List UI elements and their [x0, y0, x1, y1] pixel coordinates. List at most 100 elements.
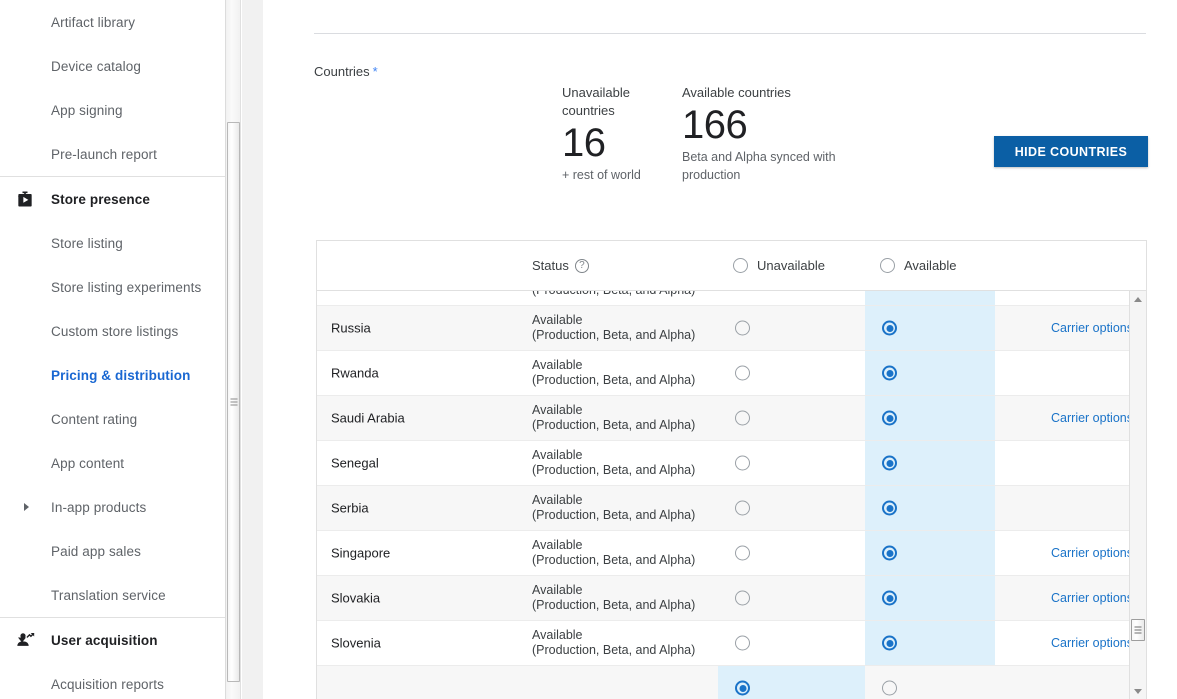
carrier-options-link[interactable]: Carrier options [1051, 411, 1133, 425]
sidebar-item-store-listing[interactable]: Store listing [0, 221, 240, 265]
available-radio[interactable] [882, 365, 897, 381]
available-radio[interactable] [882, 320, 897, 336]
table-row[interactable]: Rwanda Available (Production, Beta, and Al… [317, 351, 1146, 396]
store-presence-icon [14, 188, 36, 210]
status-tracks: (Production, Beta, and Alpha) [532, 291, 695, 298]
available-radio[interactable] [882, 590, 897, 606]
table-row[interactable]: RomaniaAvailable(Production, Beta, and A… [317, 291, 1146, 306]
sidebar-item-custom-store-listings[interactable]: Custom store listings [0, 309, 240, 353]
status-tracks: (Production, Beta, and Alpha) [532, 373, 696, 387]
sidebar-item-label: App signing [51, 102, 123, 118]
table-row[interactable]: Senegal Available (Production, Beta, and A… [317, 441, 1146, 486]
unavailable-radio[interactable] [735, 500, 750, 516]
column-header-available[interactable]: Available [880, 258, 957, 273]
available-column-highlight [865, 291, 995, 305]
unavailable-radio[interactable] [735, 545, 750, 561]
user-acquisition-icon [14, 629, 36, 651]
select-all-available-radio[interactable] [880, 258, 895, 273]
unavailable-radio[interactable] [735, 455, 750, 471]
sidebar-item-paid-app-sales[interactable]: Paid app sales [0, 529, 240, 573]
unavailable-countries-count: 16 [562, 121, 606, 165]
hide-countries-button[interactable]: HIDE COUNTRIES [994, 136, 1148, 167]
sidebar-item-acquisition-reports[interactable]: Acquisition reports [0, 662, 240, 699]
carrier-options-link[interactable]: Carrier options [1051, 636, 1133, 650]
available-radio[interactable] [882, 500, 897, 516]
sidebar-item-label: In-app products [51, 499, 147, 515]
country-name: Singapore [331, 545, 391, 561]
table-row[interactable]: Singapore Available (Production, Beta, and… [317, 531, 1146, 576]
table-row[interactable]: Saudi Arabia Available (Production, Beta, … [317, 396, 1146, 441]
carrier-options-link[interactable]: Carrier options [1051, 321, 1133, 335]
country-name: Saudi Arabia [331, 410, 405, 426]
status-tracks: (Production, Beta, and Alpha) [532, 463, 696, 477]
column-header-status: Status ? [532, 258, 589, 273]
sidebar-item-store-presence[interactable]: Store presence [0, 177, 240, 221]
sidebar-item-pricing-distribution[interactable]: Pricing & distribution [0, 353, 240, 397]
sidebar-item-user-acquisition[interactable]: User acquisition [0, 618, 240, 662]
sidebar-item-label: Translation service [51, 587, 166, 603]
sidebar-item-label: Store listing [51, 235, 123, 251]
carrier-options-link[interactable]: Carrier options [1051, 546, 1133, 560]
countries-table-body: RomaniaAvailable(Production, Beta, and A… [317, 291, 1146, 699]
sidebar-item-label: Artifact library [51, 14, 136, 30]
scroll-up-arrow-icon[interactable] [1130, 291, 1146, 308]
status-tracks: (Production, Beta, and Alpha) [532, 508, 696, 522]
sidebar-item-app-content[interactable]: App content [0, 441, 240, 485]
table-row[interactable]: Russia Available (Production, Beta, and Al… [317, 306, 1146, 351]
status-availability: Available [532, 628, 583, 642]
sidebar-scrollbar-thumb[interactable] [227, 122, 240, 682]
sidebar-item-in-app-products[interactable]: In-app products [0, 485, 240, 529]
country-name: Serbia [331, 500, 369, 516]
country-status: Available(Production, Beta, and Alpha) [532, 448, 695, 478]
column-header-status-label: Status [532, 258, 569, 273]
status-availability: Available [532, 358, 583, 372]
status-tracks: (Production, Beta, and Alpha) [532, 553, 696, 567]
unavailable-countries-caption: Unavailable countries [562, 85, 630, 118]
sidebar-item-pre-launch-report[interactable]: Pre-launch report [0, 132, 240, 176]
chevron-right-icon[interactable] [24, 503, 29, 511]
countries-table-header: Status ? Unavailable Available [317, 241, 1146, 291]
unavailable-radio[interactable] [735, 680, 750, 696]
unavailable-radio[interactable] [735, 365, 750, 381]
select-all-unavailable-radio[interactable] [733, 258, 748, 273]
available-radio[interactable] [882, 455, 897, 471]
sidebar-item-artifact-library[interactable]: Artifact library [0, 0, 240, 44]
unavailable-radio[interactable] [735, 320, 750, 336]
available-radio[interactable] [882, 545, 897, 561]
sidebar-item-content-rating[interactable]: Content rating [0, 397, 240, 441]
sidebar-item-store-listing-experiments[interactable]: Store listing experiments [0, 265, 240, 309]
sidebar-item-label: Content rating [51, 411, 138, 427]
country-status: Available(Production, Beta, and Alpha) [532, 358, 695, 388]
available-radio[interactable] [882, 635, 897, 651]
country-status: Available(Production, Beta, and Alpha) [532, 403, 695, 433]
section-divider [314, 33, 1146, 34]
status-tracks: (Production, Beta, and Alpha) [532, 328, 696, 342]
unavailable-radio[interactable] [735, 410, 750, 426]
sidebar-item-device-catalog[interactable]: Device catalog [0, 44, 240, 88]
status-availability: Available [532, 403, 583, 417]
carrier-options-link[interactable]: Carrier options [1051, 591, 1133, 605]
scroll-down-arrow-icon[interactable] [1130, 683, 1146, 699]
table-row[interactable] [317, 666, 1146, 699]
table-row[interactable]: Serbia Available (Production, Beta, and Al… [317, 486, 1146, 531]
available-radio[interactable] [882, 410, 897, 426]
table-row[interactable]: Slovenia Available (Production, Beta, and … [317, 621, 1146, 666]
table-row[interactable]: Slovakia Available (Production, Beta, and … [317, 576, 1146, 621]
sidebar-scrollbar-track[interactable] [225, 0, 240, 699]
column-header-unavailable[interactable]: Unavailable [733, 258, 825, 273]
unavailable-radio[interactable] [735, 590, 750, 606]
column-header-unavailable-label: Unavailable [757, 258, 825, 273]
table-scrollbar[interactable] [1129, 291, 1146, 699]
sidebar-item-app-signing[interactable]: App signing [0, 88, 240, 132]
country-status: Available(Production, Beta, and Alpha) [532, 313, 695, 343]
unavailable-radio[interactable] [735, 635, 750, 651]
required-asterisk: * [372, 64, 378, 79]
table-scrollbar-thumb[interactable] [1131, 619, 1145, 641]
sidebar-item-label: Acquisition reports [51, 676, 164, 692]
help-icon[interactable]: ? [574, 258, 589, 273]
countries-label-text: Countries [314, 64, 370, 79]
country-status: Available(Production, Beta, and Alpha) [532, 628, 695, 658]
sidebar-item-translation-service[interactable]: Translation service [0, 573, 240, 617]
scrollbar-grip-icon [1134, 626, 1142, 634]
available-radio[interactable] [882, 680, 897, 696]
